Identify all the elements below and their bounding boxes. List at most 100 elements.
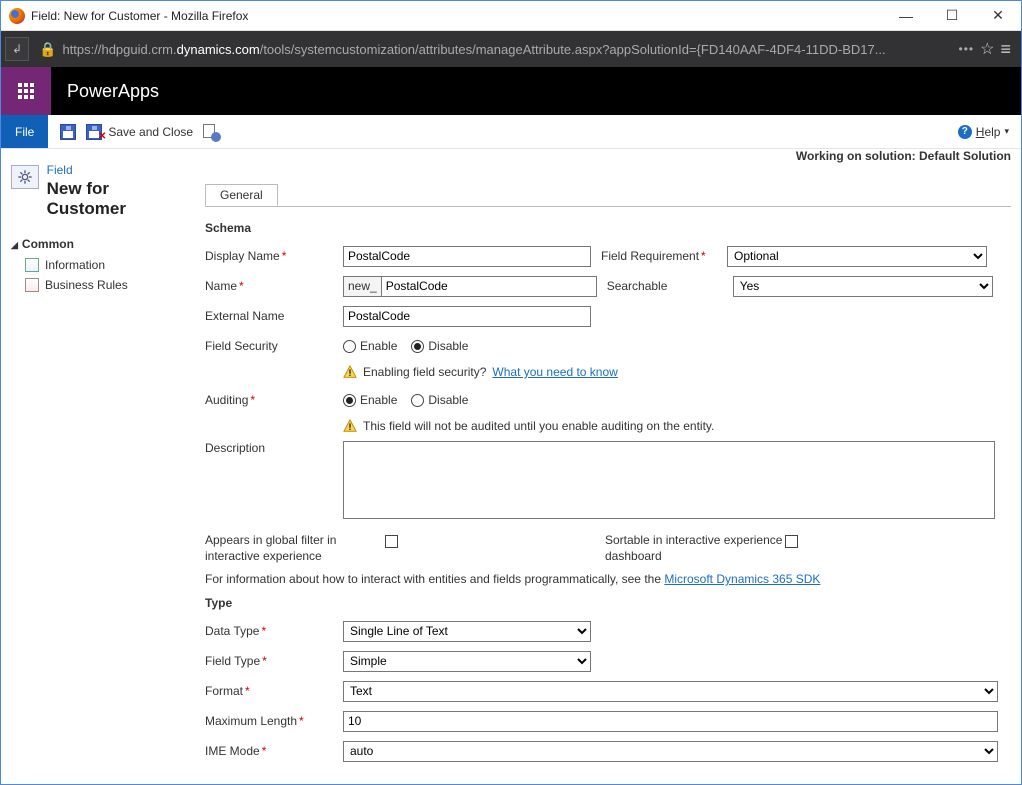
sidebar-item-label: Information [45,258,105,272]
radio-label: Disable [428,393,468,407]
common-section-toggle[interactable]: ◢Common [11,237,191,251]
sidebar-item-information[interactable]: Information [11,255,191,275]
global-filter-checkbox[interactable] [385,535,398,548]
radio-icon [411,394,424,407]
field-security-label: Field Security [205,339,343,353]
external-name-label: External Name [205,309,343,323]
left-panel: Field New for Customer ◢Common Informati… [1,149,201,784]
url-path: /tools/systemcustomization/attributes/ma… [260,42,886,57]
type-section-title: Type [205,596,1011,610]
warning-icon [343,365,357,379]
description-textarea[interactable] [343,441,995,519]
sdk-link[interactable]: Microsoft Dynamics 365 SDK [664,572,820,586]
field-security-learn-link[interactable]: What you need to know [492,365,617,379]
field-type-label: Field Type* [205,654,343,668]
external-name-input[interactable] [343,306,591,327]
close-button[interactable]: ✕ [975,1,1021,31]
browser-toolbar: ↲ 🔒 https://hdpguid.crm.dynamics.com/too… [1,31,1021,67]
auditing-label: Auditing* [205,393,343,407]
save-close-label: Save and Close [108,125,193,139]
document-icon [25,258,39,272]
data-type-select[interactable]: Single Line of Text [343,621,591,642]
file-tab-label: File [15,125,34,139]
firefox-icon [9,8,25,24]
sortable-label: Sortable in interactive experience dashb… [605,533,785,564]
field-security-warning: Enabling field security? What you need t… [343,365,1011,379]
radio-label: Enable [360,393,397,407]
help-button[interactable]: ? HHelpelp ▾ [958,115,1021,148]
field-requirement-label: Field Requirement* [601,249,727,263]
window-titlebar: Field: New for Customer - Mozilla Firefo… [1,1,1021,31]
format-select[interactable]: Text [343,681,998,702]
app-launcher-button[interactable] [1,67,51,115]
save-and-close-button[interactable]: ✕ Save and Close [86,124,193,140]
field-security-enable-radio[interactable]: Enable [343,339,397,353]
sdk-info-text: For information about how to interact wi… [205,572,1011,586]
global-filter-label: Appears in global filter in interactive … [205,533,385,564]
auditing-warning: This field will not be audited until you… [343,419,1011,433]
save-close-icon: ✕ [86,124,104,140]
data-type-label: Data Type* [205,624,343,638]
warning-text: Enabling field security? [363,365,486,379]
max-length-input[interactable] [343,711,998,732]
searchable-select[interactable]: Yes [733,276,993,297]
radio-icon [411,340,424,353]
bookmark-icon[interactable]: ☆ [980,39,994,59]
hamburger-icon[interactable]: ≡ [1000,39,1011,60]
field-security-disable-radio[interactable]: Disable [411,339,468,353]
entity-title: New for Customer [47,179,191,219]
radio-label: Disable [428,339,468,353]
ime-mode-select[interactable]: auto [343,741,998,762]
waffle-icon [18,83,34,99]
file-tab[interactable]: File [1,115,48,148]
field-type-select[interactable]: Simple [343,651,591,672]
lock-icon: 🔒 [39,41,56,58]
more-icon[interactable]: ••• [959,42,975,56]
searchable-label: Searchable [607,279,733,293]
app-name: PowerApps [67,81,159,102]
working-solution-text: Working on solution: Default Solution [796,149,1011,163]
field-requirement-select[interactable]: Optional [727,246,987,267]
description-label: Description [205,441,343,455]
auditing-disable-radio[interactable]: Disable [411,393,468,407]
sidebar-item-label: Business Rules [45,278,128,292]
minimize-button[interactable]: — [883,1,929,31]
radio-icon [343,394,356,407]
name-prefix: new_ [343,276,381,297]
entity-icon [11,165,39,189]
save-button[interactable] [60,124,76,140]
address-bar[interactable]: https://hdpguid.crm.dynamics.com/tools/s… [62,42,952,57]
tab-drag-icon[interactable]: ↲ [5,37,29,61]
chevron-down-icon: ▾ [1004,126,1009,137]
sortable-checkbox[interactable] [785,535,798,548]
display-name-label: Display Name* [205,249,343,263]
app-header: PowerApps [1,67,1021,115]
warning-text: This field will not be audited until you… [363,419,714,433]
schema-section-title: Schema [205,221,1011,235]
properties-button[interactable] [203,124,219,140]
display-name-input[interactable] [343,246,591,267]
maximize-button[interactable]: ☐ [929,1,975,31]
ime-mode-label: IME Mode* [205,744,343,758]
name-input[interactable] [381,276,597,297]
entity-type-label: Field [47,163,191,177]
properties-icon [203,124,219,140]
warning-icon [343,419,357,433]
save-icon [60,124,76,140]
window-title: Field: New for Customer - Mozilla Firefo… [31,9,883,23]
auditing-enable-radio[interactable]: Enable [343,393,397,407]
rules-icon [25,278,39,292]
help-label: HHelpelp [976,125,1001,139]
url-host: dynamics.com [177,42,260,57]
radio-label: Enable [360,339,397,353]
main-panel: Working on solution: Default Solution Ge… [201,149,1021,784]
url-sub: hdpguid.crm. [101,42,176,57]
tab-strip: General [205,183,1011,207]
common-label: Common [22,237,74,251]
format-label: Format* [205,684,343,698]
help-icon: ? [958,125,972,139]
max-length-label: Maximum Length* [205,714,343,728]
tab-general[interactable]: General [205,184,278,206]
name-label: Name* [205,279,343,293]
sidebar-item-business-rules[interactable]: Business Rules [11,275,191,295]
